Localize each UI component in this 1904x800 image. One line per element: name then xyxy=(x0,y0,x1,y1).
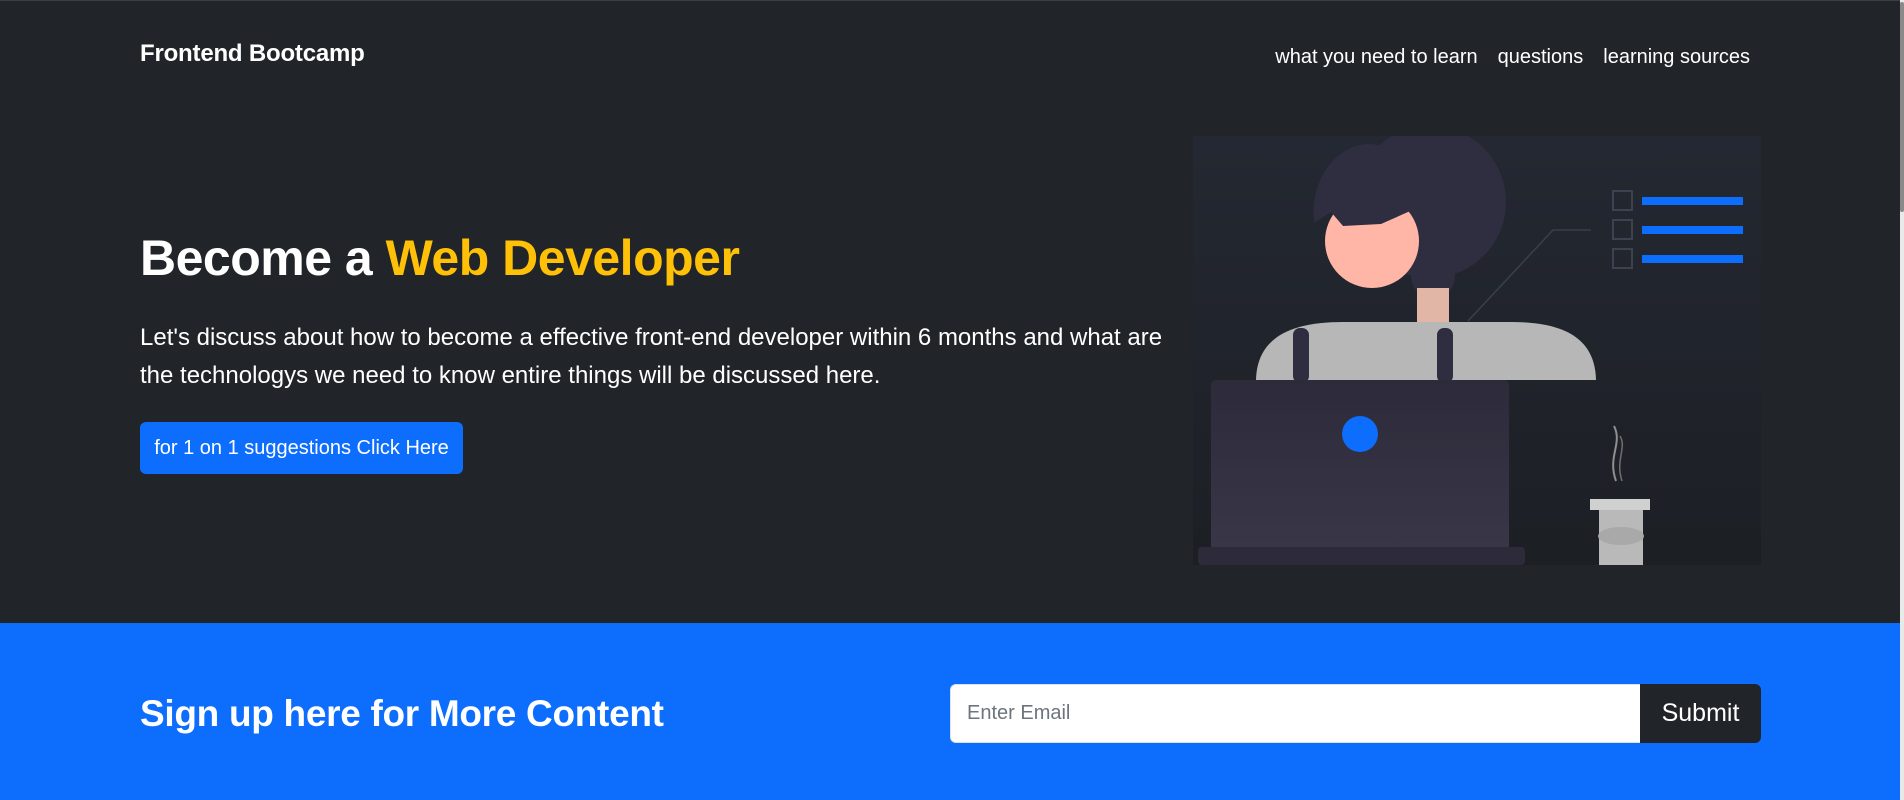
brand-logo[interactable]: Frontend Bootcamp xyxy=(140,40,365,68)
signup-section: Sign up here for More Content Submit xyxy=(0,623,1900,800)
headline-accent: Web Developer xyxy=(385,230,740,286)
signup-form: Submit xyxy=(950,684,1761,743)
headline-prefix: Become a xyxy=(140,230,386,286)
nav-item-learning-sources[interactable]: learning sources xyxy=(1603,46,1750,69)
main-nav: what you need to learn questions learnin… xyxy=(1275,46,1750,69)
email-input[interactable] xyxy=(950,684,1640,743)
laptop-graphic xyxy=(1198,380,1525,565)
page: Frontend Bootcamp what you need to learn… xyxy=(0,0,1904,800)
developer-illustration xyxy=(1193,136,1761,565)
nav-item-what-you-need-to-learn[interactable]: what you need to learn xyxy=(1275,46,1477,69)
hero-lead-text: Let's discuss about how to become a effe… xyxy=(140,324,1163,389)
hero-section: Frontend Bootcamp what you need to learn… xyxy=(0,0,1900,623)
hero-headline: Become a Web Developer xyxy=(140,229,740,287)
vertical-scrollbar[interactable] xyxy=(1900,0,1904,800)
submit-button[interactable]: Submit xyxy=(1640,684,1761,743)
scrollbar-thumb[interactable] xyxy=(1900,2,1904,212)
signup-title: Sign up here for More Content xyxy=(140,693,664,734)
suggestions-button[interactable]: for 1 on 1 suggestions Click Here xyxy=(140,422,463,474)
nav-item-questions[interactable]: questions xyxy=(1498,46,1584,69)
